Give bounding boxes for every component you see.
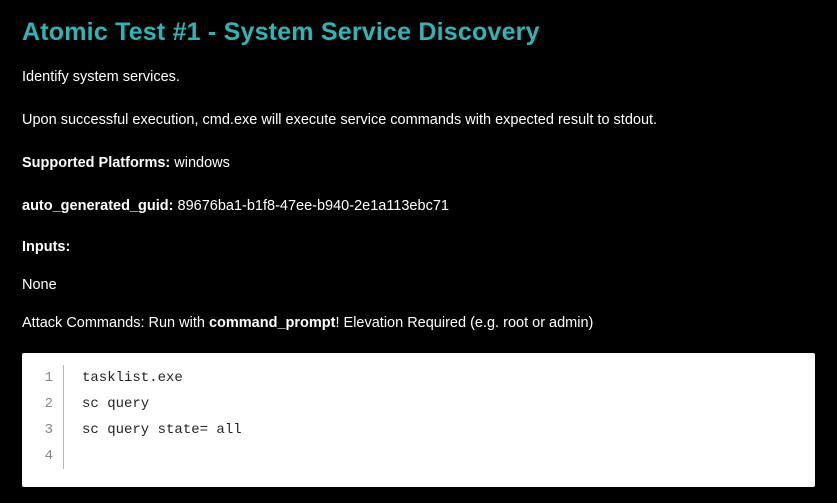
code-block: 1 tasklist.exe 2 sc query 3 sc query sta… <box>22 353 815 487</box>
attack-suffix: ! Elevation Required (e.g. root or admin… <box>335 315 593 331</box>
execution-note: Upon successful execution, cmd.exe will … <box>22 110 815 131</box>
code-text: sc query state= all <box>64 417 242 443</box>
inputs-value: None <box>22 277 815 293</box>
guid-label: auto_generated_guid: <box>22 198 173 214</box>
code-text: tasklist.exe <box>64 365 183 391</box>
code-row: 1 tasklist.exe <box>22 365 815 391</box>
code-row: 3 sc query state= all <box>22 417 815 443</box>
line-number: 2 <box>22 391 64 417</box>
auto-generated-guid: auto_generated_guid: 89676ba1-b1f8-47ee-… <box>22 196 815 217</box>
code-row: 2 sc query <box>22 391 815 417</box>
line-number: 4 <box>22 443 64 469</box>
line-number: 1 <box>22 365 64 391</box>
supported-platforms: Supported Platforms: windows <box>22 153 815 174</box>
platforms-value: windows <box>174 155 230 171</box>
attack-prefix: Attack Commands: Run with <box>22 315 209 331</box>
attack-commands-line: Attack Commands: Run with command_prompt… <box>22 315 815 331</box>
atomic-test-section: Atomic Test #1 - System Service Discover… <box>0 0 837 503</box>
line-number: 3 <box>22 417 64 443</box>
code-row: 4 <box>22 443 815 469</box>
attack-command-name: command_prompt <box>209 315 336 331</box>
platforms-label: Supported Platforms: <box>22 155 170 171</box>
code-text: sc query <box>64 391 149 417</box>
guid-value: 89676ba1-b1f8-47ee-b940-2e1a113ebc71 <box>178 198 449 214</box>
inputs-label: Inputs: <box>22 239 815 255</box>
test-description: Identify system services. <box>22 67 815 88</box>
test-title: Atomic Test #1 - System Service Discover… <box>22 18 815 47</box>
